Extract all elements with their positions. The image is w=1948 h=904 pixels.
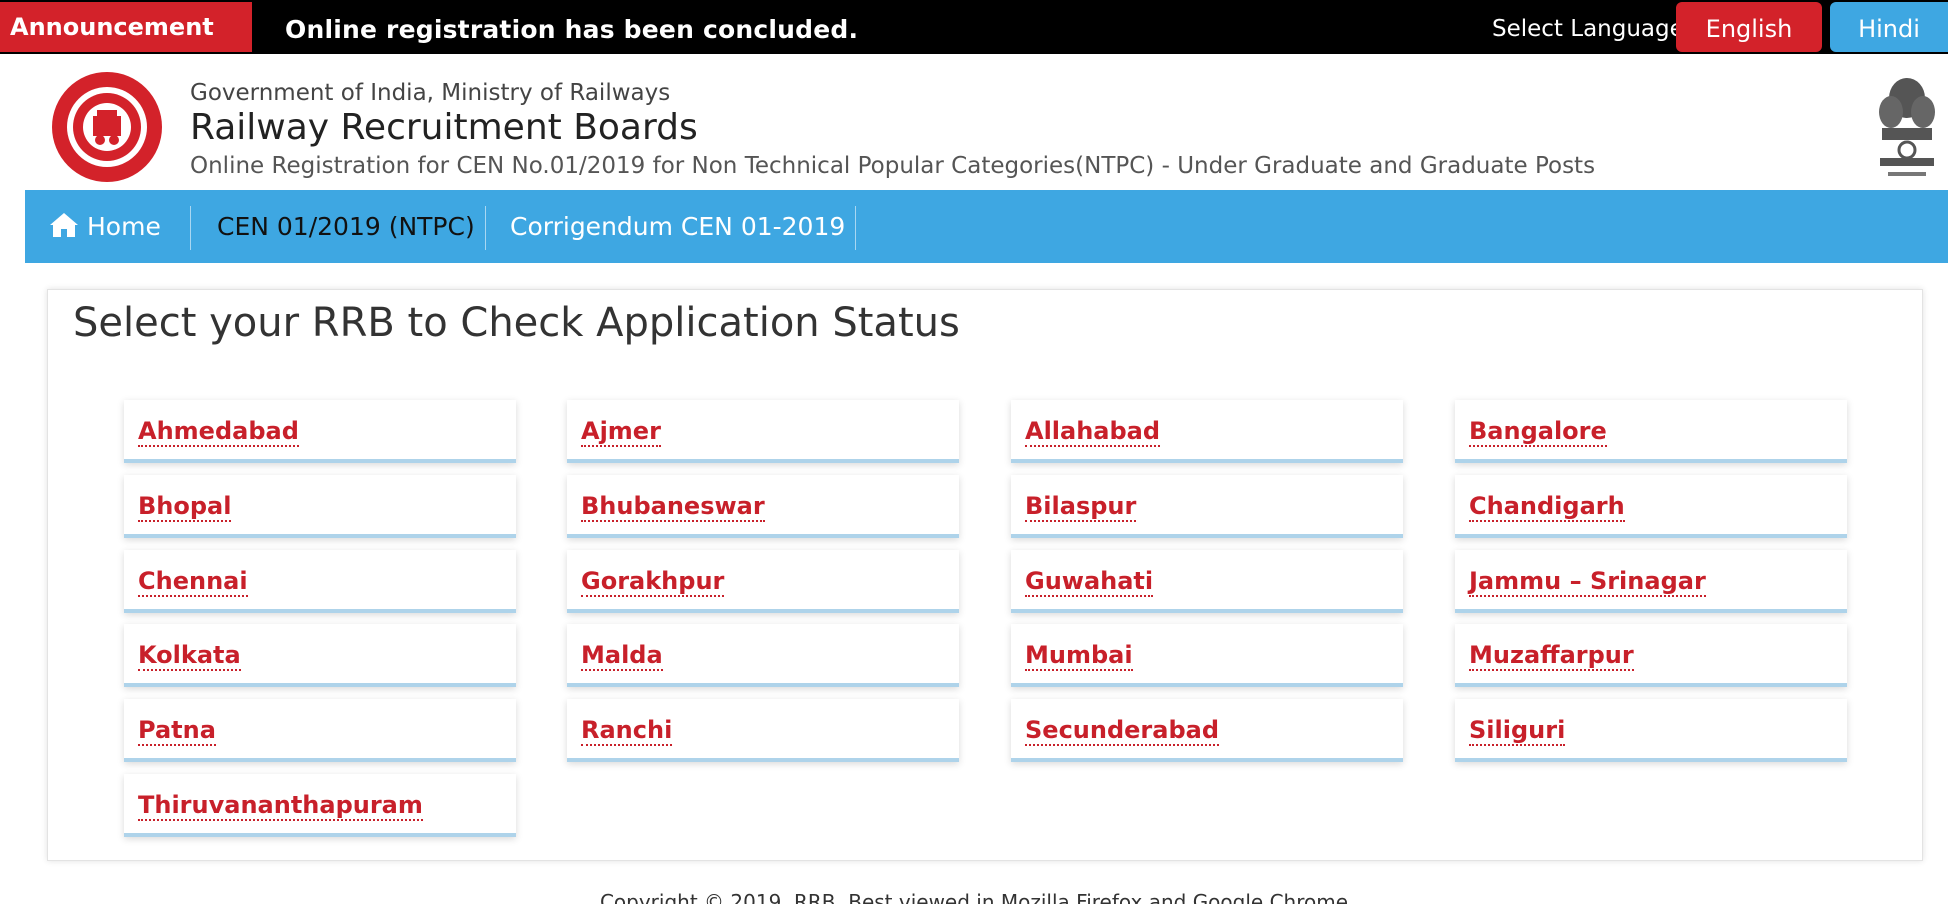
rrb-link-card[interactable]: Siliguri — [1455, 699, 1847, 762]
rrb-selection-panel: Select your RRB to Check Application Sta… — [47, 289, 1923, 861]
nav-home-label: Home — [87, 212, 161, 241]
rrb-link-label[interactable]: Gorakhpur — [581, 567, 725, 597]
rrb-link-label[interactable]: Kolkata — [138, 641, 241, 671]
announcement-text: Online registration has been concluded. — [285, 15, 859, 44]
rrb-link-label[interactable]: Secunderabad — [1025, 716, 1220, 746]
rrb-link-card[interactable]: Ranchi — [567, 699, 959, 762]
rrb-link-card[interactable]: Chennai — [124, 550, 516, 613]
rrb-link-card[interactable]: Gorakhpur — [567, 550, 959, 613]
rrb-link-card[interactable]: Bilaspur — [1011, 475, 1403, 538]
rrb-link-label[interactable]: Muzaffarpur — [1469, 641, 1634, 671]
rrb-link-card[interactable]: Bhubaneswar — [567, 475, 959, 538]
rrb-link-card[interactable]: Kolkata — [124, 624, 516, 687]
site-title: Railway Recruitment Boards — [190, 107, 698, 148]
rrb-link-card[interactable]: Bhopal — [124, 475, 516, 538]
national-emblem-logo — [1874, 72, 1940, 186]
rrb-link-label[interactable]: Bhopal — [138, 492, 232, 522]
announcement-bar: Announcement Online registration has bee… — [0, 0, 1948, 54]
rrb-link-card[interactable]: Ajmer — [567, 400, 959, 463]
nav-cen[interactable]: CEN 01/2019 (NTPC) — [217, 190, 475, 263]
rrb-link-label[interactable]: Bangalore — [1469, 417, 1607, 447]
rrb-link-card[interactable]: Guwahati — [1011, 550, 1403, 613]
page-title: Select your RRB to Check Application Sta… — [73, 300, 960, 346]
rrb-link-label[interactable]: Patna — [138, 716, 216, 746]
rrb-link-card[interactable]: Patna — [124, 699, 516, 762]
nav-home[interactable]: Home — [49, 190, 161, 263]
rrb-link-label[interactable]: Malda — [581, 641, 663, 671]
rrb-link-card[interactable]: Chandigarh — [1455, 475, 1847, 538]
rrb-link-label[interactable]: Mumbai — [1025, 641, 1133, 671]
rrb-link-label[interactable]: Thiruvananthapuram — [138, 791, 423, 821]
footer-copyright: Copyright © 2019, RRB. Best viewed in Mo… — [599, 890, 1349, 904]
rrb-link-label[interactable]: Bhubaneswar — [581, 492, 765, 522]
rrb-link-label[interactable]: Guwahati — [1025, 567, 1154, 597]
rrb-link-card[interactable]: Ahmedabad — [124, 400, 516, 463]
nav-divider — [485, 206, 486, 250]
language-english-button[interactable]: English — [1676, 2, 1822, 52]
rrb-link-label[interactable]: Ahmedabad — [138, 417, 299, 447]
nav-divider — [190, 206, 191, 250]
ministry-text: Government of India, Ministry of Railway… — [190, 80, 671, 106]
rrb-link-card[interactable]: Thiruvananthapuram — [124, 774, 516, 837]
rrb-link-card[interactable]: Bangalore — [1455, 400, 1847, 463]
rrb-link-label[interactable]: Siliguri — [1469, 716, 1566, 746]
rrb-link-card[interactable]: Secunderabad — [1011, 699, 1403, 762]
main-navbar: Home CEN 01/2019 (NTPC) Corrigendum CEN … — [25, 190, 1948, 263]
rrb-link-label[interactable]: Chennai — [138, 567, 248, 597]
rrb-link-label[interactable]: Jammu – Srinagar — [1469, 567, 1706, 597]
nav-corrigendum[interactable]: Corrigendum CEN 01-2019 — [510, 190, 845, 263]
language-label: Select Language — [1492, 16, 1684, 42]
rrb-link-card[interactable]: Muzaffarpur — [1455, 624, 1847, 687]
nav-divider — [855, 206, 856, 250]
rrb-link-card[interactable]: Malda — [567, 624, 959, 687]
language-hindi-button[interactable]: Hindi — [1830, 2, 1948, 52]
rrb-link-card[interactable]: Jammu – Srinagar — [1455, 550, 1847, 613]
rrb-link-card[interactable]: Mumbai — [1011, 624, 1403, 687]
site-subtitle: Online Registration for CEN No.01/2019 f… — [190, 153, 1596, 179]
rrb-link-label[interactable]: Bilaspur — [1025, 492, 1137, 522]
announcement-label: Announcement — [0, 2, 252, 52]
railways-logo — [50, 70, 164, 184]
home-icon — [49, 193, 79, 237]
rrb-link-label[interactable]: Ajmer — [581, 417, 661, 447]
rrb-link-card[interactable]: Allahabad — [1011, 400, 1403, 463]
rrb-link-label[interactable]: Chandigarh — [1469, 492, 1625, 522]
rrb-link-label[interactable]: Ranchi — [581, 716, 673, 746]
rrb-link-label[interactable]: Allahabad — [1025, 417, 1161, 447]
